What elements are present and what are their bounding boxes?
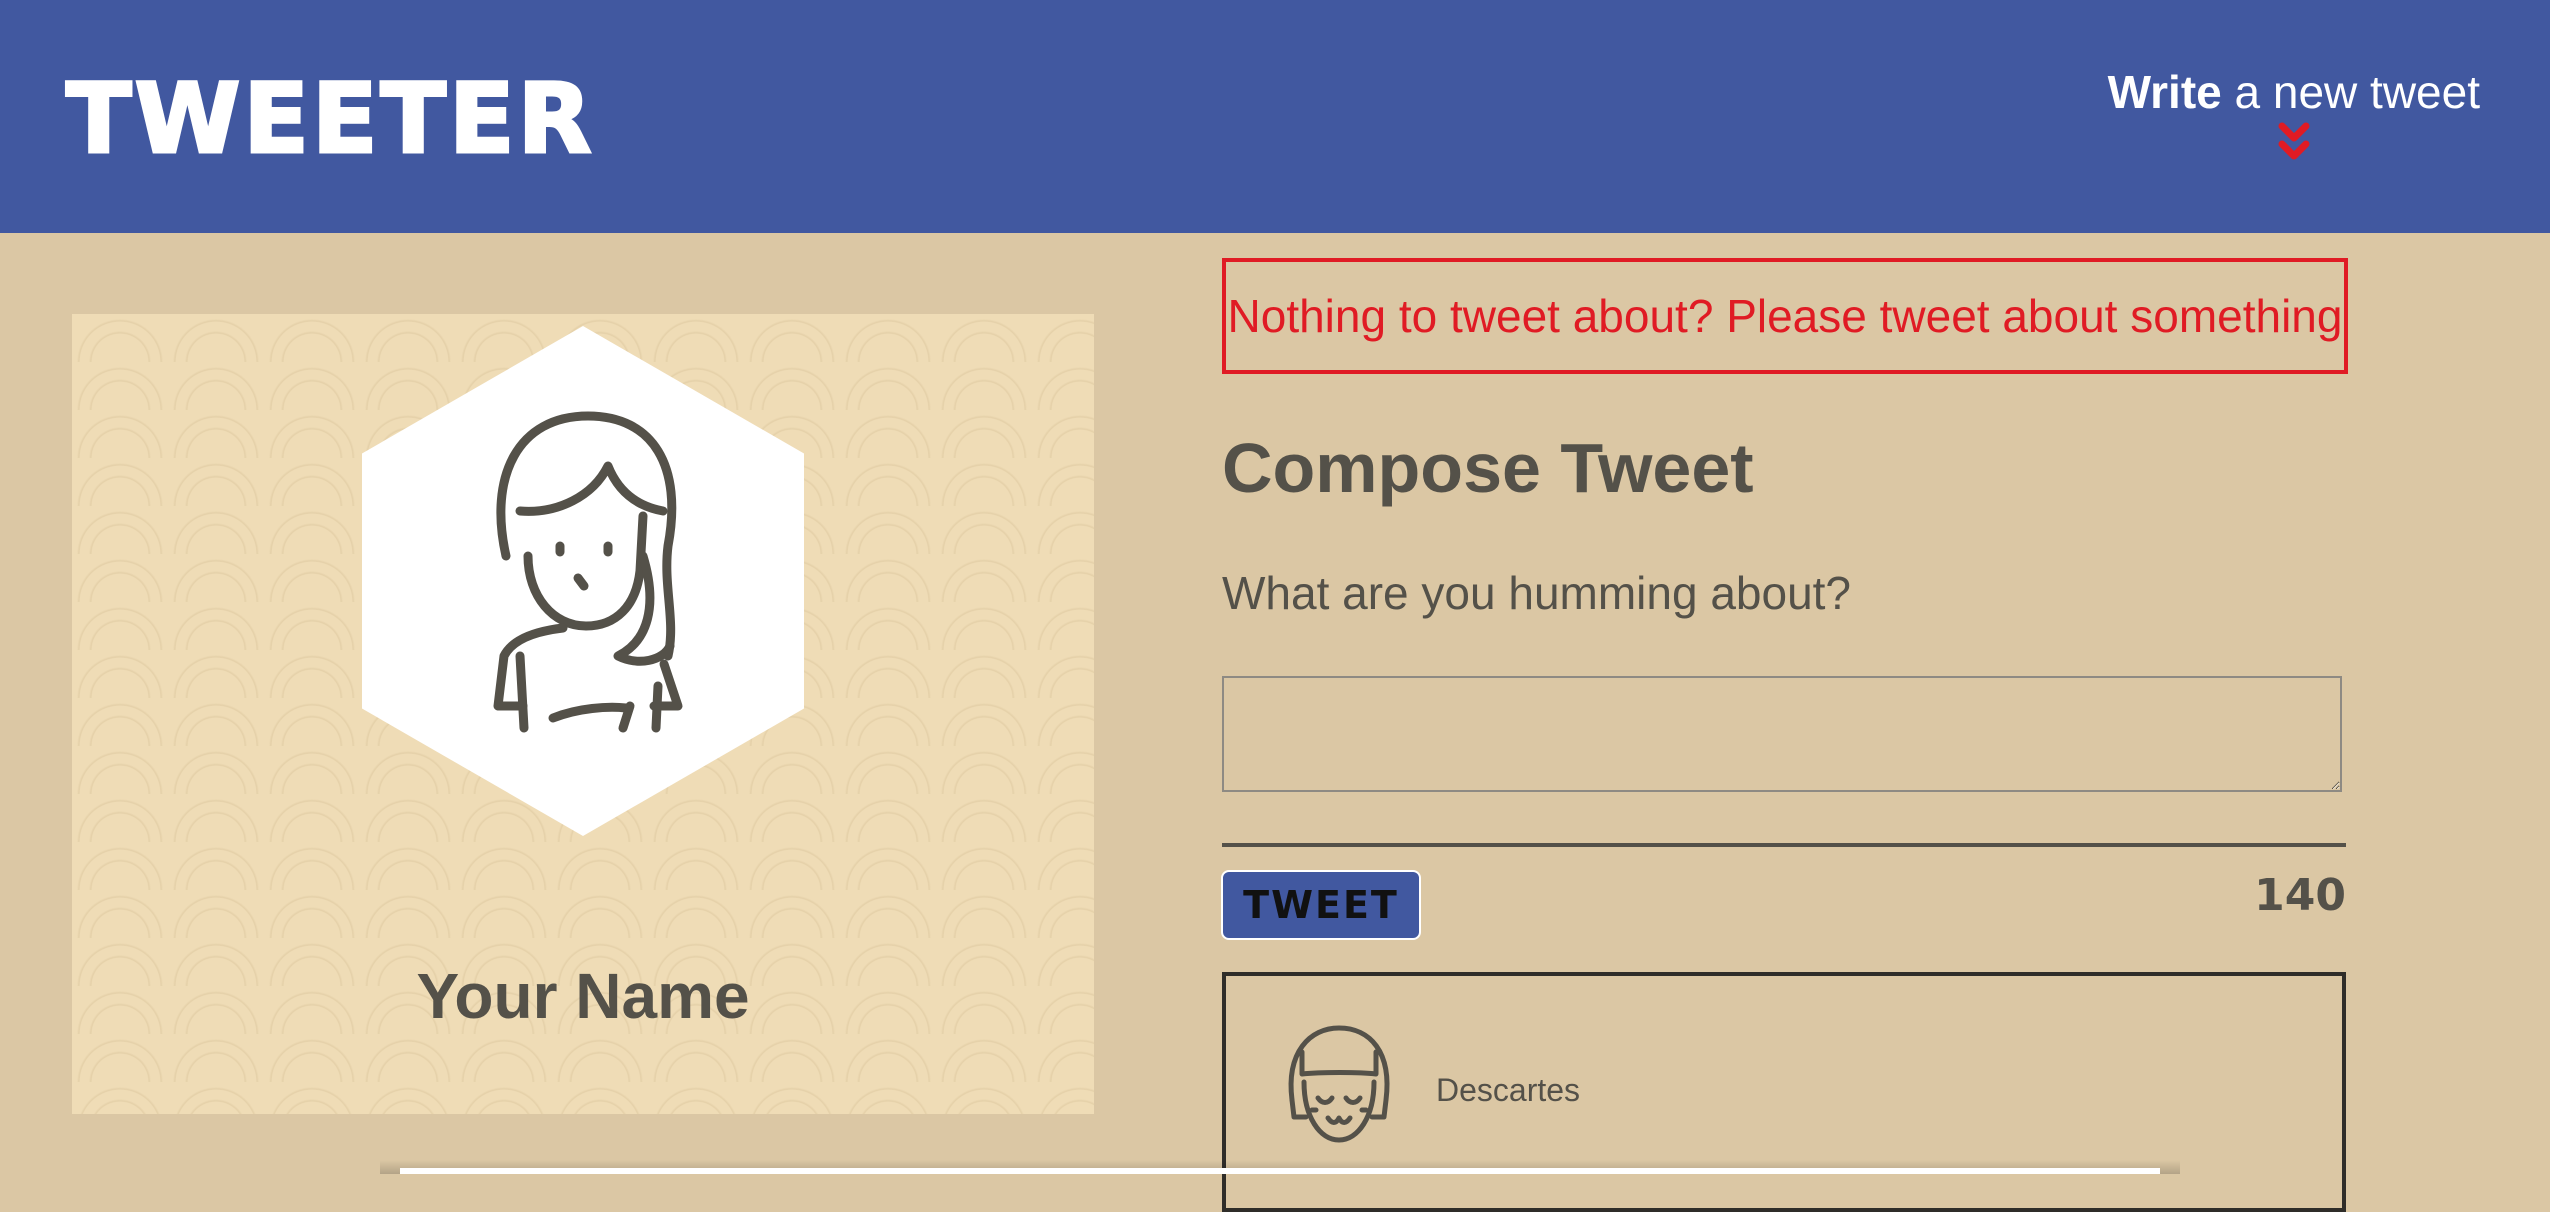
profile-name: Your Name [416, 960, 750, 1032]
error-message: Nothing to tweet about? Please tweet abo… [1222, 258, 2348, 374]
brand-logo: TWEETER [65, 63, 595, 176]
profile-card: Your Name [72, 314, 1094, 1114]
compose-title: Compose Tweet [1222, 429, 1754, 507]
tweet-prompt-label: What are you humming about? [1222, 567, 1852, 619]
tweet-input[interactable] [1222, 676, 2342, 792]
girl-avatar-icon [1288, 1025, 1390, 1143]
write-tweet-toggle[interactable]: Write a new tweet [2108, 62, 2480, 164]
tweet-button[interactable]: TWEET [1221, 870, 1421, 940]
compose-divider [1222, 843, 2346, 847]
char-counter: 140 [2254, 870, 2346, 921]
tweet-author: Descartes [1436, 1072, 1581, 1108]
double-chevron-down-icon[interactable] [2277, 122, 2311, 164]
tweet-card: Descartes [1222, 972, 2346, 1212]
bottom-sheet-edge [400, 1168, 2160, 1174]
avatar-hexagon [362, 326, 804, 836]
write-rest-text: a new tweet [2234, 66, 2480, 118]
write-tweet-label: Write a new tweet [2108, 62, 2480, 122]
woman-avatar-icon [493, 411, 683, 733]
top-nav: TWEETER Write a new tweet [0, 0, 2550, 233]
write-bold-text: Write [2107, 66, 2222, 118]
